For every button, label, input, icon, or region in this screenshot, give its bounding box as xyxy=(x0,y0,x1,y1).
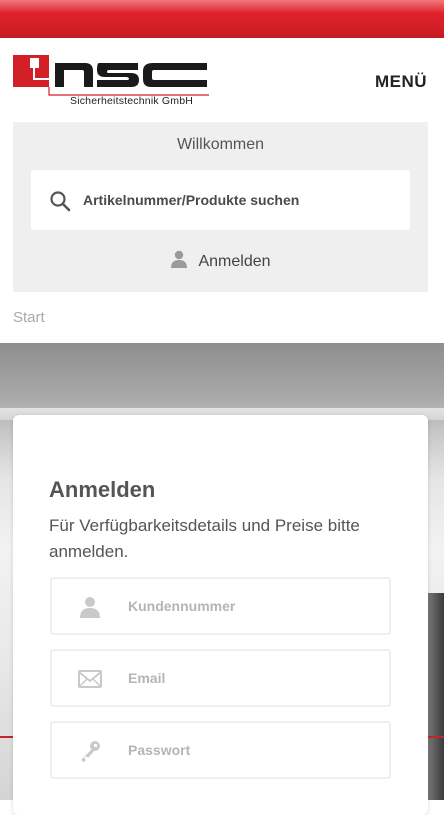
user-icon xyxy=(171,250,188,268)
login-card-description: Für Verfügbarkeitsdetails und Preise bit… xyxy=(49,516,360,561)
breadcrumb-item-start[interactable]: Start xyxy=(13,309,45,326)
search-box[interactable] xyxy=(31,170,410,230)
password-input[interactable] xyxy=(128,723,378,777)
login-card: Anmelden Für Verfügbarkeitsdetails und P… xyxy=(13,415,428,815)
customer-number-input[interactable] xyxy=(128,579,378,633)
login-link-label: Anmelden xyxy=(198,253,271,270)
site-header: Sicherheitstechnik GmbH MENÜ xyxy=(0,38,444,122)
breadcrumb: Start xyxy=(13,309,45,326)
menu-button[interactable]: MENÜ xyxy=(375,72,427,92)
user-icon xyxy=(80,597,100,618)
login-link[interactable]: Anmelden xyxy=(13,250,428,271)
password-field[interactable] xyxy=(50,721,391,779)
hero-dark-edge xyxy=(428,593,444,800)
email-input[interactable] xyxy=(128,651,378,705)
envelope-icon xyxy=(78,670,102,688)
key-icon xyxy=(81,741,100,762)
welcome-title: Willkommen xyxy=(176,136,265,153)
logo-subtitle: Sicherheitstechnik GmbH xyxy=(70,95,194,107)
top-brand-bar xyxy=(0,0,444,38)
welcome-panel: Willkommen Anmelden xyxy=(13,122,428,292)
email-field[interactable] xyxy=(50,649,391,707)
login-card-title: Anmelden xyxy=(49,477,156,502)
customer-number-field[interactable] xyxy=(50,577,391,635)
search-input[interactable] xyxy=(83,170,403,230)
search-icon[interactable] xyxy=(49,190,71,212)
